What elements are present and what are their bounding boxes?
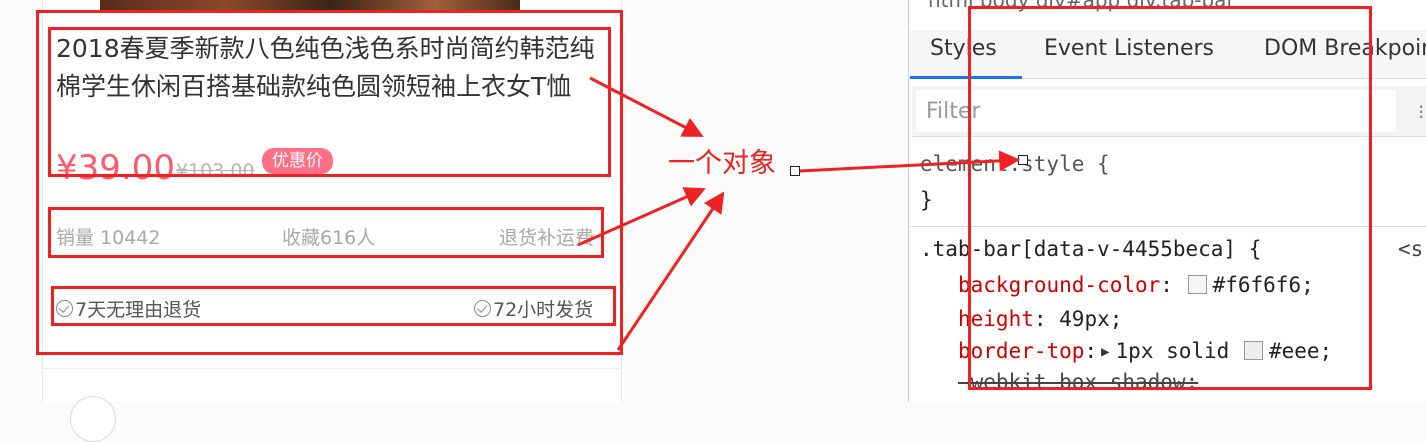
- annotation-box-title: [48, 27, 611, 177]
- product-photo: [100, 0, 520, 10]
- divider: [43, 368, 619, 369]
- arrow-services-to-note: [616, 191, 725, 351]
- resize-handle-icon: [1018, 155, 1028, 165]
- annotation-note: 一个对象: [668, 148, 776, 179]
- avatar: [70, 396, 116, 442]
- resize-handle-icon: [790, 166, 800, 176]
- annotation-box-stats: [48, 207, 604, 258]
- css-rule-source-link[interactable]: <s: [1398, 235, 1423, 263]
- element-style-close: }: [920, 188, 933, 212]
- annotation-box-services: [51, 286, 616, 326]
- annotation-box-styles: [968, 6, 1372, 390]
- more-options-icon[interactable]: ⁝: [1418, 100, 1424, 124]
